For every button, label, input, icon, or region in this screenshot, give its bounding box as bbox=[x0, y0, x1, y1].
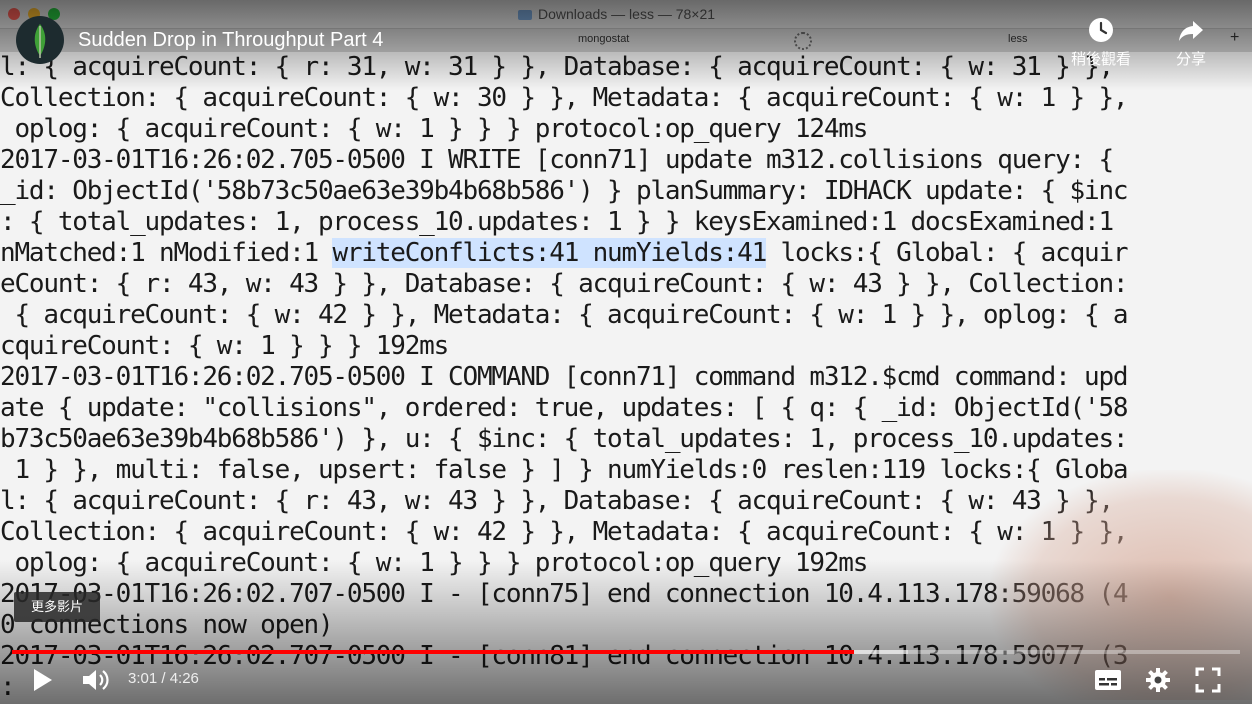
window-title: Downloads — less — 78×21 bbox=[518, 6, 715, 22]
clock-icon bbox=[1089, 18, 1113, 42]
mongodb-leaf-icon bbox=[34, 24, 46, 58]
terminal-line: 1 } }, multi: false, upsert: false } ] }… bbox=[0, 455, 1128, 485]
fullscreen-button[interactable] bbox=[1192, 664, 1224, 696]
play-button[interactable] bbox=[26, 664, 58, 696]
terminal-line: 2017-03-01T16:26:02.707-0500 I - [conn81… bbox=[0, 641, 1129, 671]
progress-played bbox=[12, 650, 855, 654]
tab-mongostat[interactable]: mongostat bbox=[578, 33, 629, 45]
fullscreen-icon bbox=[1195, 667, 1221, 693]
settings-button[interactable] bbox=[1142, 664, 1174, 696]
terminal-output: l: { acquireCount: { r: 31, w: 31 } }, D… bbox=[0, 52, 1252, 704]
terminal-line: { acquireCount: { w: 42 } }, Metadata: {… bbox=[0, 300, 1128, 330]
terminal-line: cquireCount: { w: 1 } } } 192ms bbox=[0, 331, 449, 361]
play-icon bbox=[34, 669, 52, 691]
subtitles-button[interactable] bbox=[1092, 664, 1124, 696]
terminal-line: 2017-03-01T16:26:02.705-0500 I WRITE [co… bbox=[0, 145, 1114, 175]
window-title-text: Downloads — less — 78×21 bbox=[538, 6, 716, 22]
terminal-line: oplog: { acquireCount: { w: 1 } } } prot… bbox=[0, 548, 868, 578]
terminal-line: Collection: { acquireCount: { w: 30 } },… bbox=[0, 83, 1129, 113]
terminal-line: ate { update: "collisions", ordered: tru… bbox=[0, 393, 1129, 423]
share-label: 分享 bbox=[1175, 51, 1206, 68]
terminal-line: : bbox=[0, 672, 16, 702]
terminal-line: 2017-03-01T16:26:02.707-0500 I - [conn75… bbox=[0, 579, 1129, 609]
terminal-line: Collection: { acquireCount: { w: 42 } },… bbox=[0, 517, 1129, 547]
terminal-line: eCount: { r: 43, w: 43 } }, Database: { … bbox=[0, 269, 1129, 299]
watch-later-label: 稍後觀看 bbox=[1070, 51, 1131, 68]
spinner-icon bbox=[794, 32, 812, 50]
channel-logo[interactable] bbox=[16, 16, 64, 64]
terminal-line: 2017-03-01T16:26:02.705-0500 I COMMAND [… bbox=[0, 362, 1129, 392]
new-tab-button[interactable]: + bbox=[1230, 29, 1239, 47]
subtitles-icon bbox=[1095, 670, 1121, 690]
more-videos-button[interactable]: 更多影片 bbox=[14, 592, 100, 622]
terminal-line: : { total_updates: 1, process_10.updates… bbox=[0, 207, 1114, 237]
watch-later-button[interactable]: 稍後觀看 bbox=[1066, 16, 1136, 69]
line-text: locks:{ Global: { acquir bbox=[766, 238, 1129, 268]
folder-icon bbox=[518, 10, 532, 20]
terminal-line: l: { acquireCount: { r: 31, w: 31 } }, D… bbox=[0, 52, 1114, 82]
share-arrow-icon bbox=[1179, 21, 1203, 41]
terminal-line: b73c50ae63e39b4b68b586') }, u: { $inc: {… bbox=[0, 424, 1129, 454]
progress-bar[interactable] bbox=[12, 650, 1240, 654]
video-title[interactable]: Sudden Drop in Throughput Part 4 bbox=[78, 29, 383, 52]
terminal-line: l: { acquireCount: { r: 43, w: 43 } }, D… bbox=[0, 486, 1114, 516]
terminal-line: oplog: { acquireCount: { w: 1 } } } prot… bbox=[0, 114, 868, 144]
share-button[interactable]: 分享 bbox=[1156, 16, 1226, 69]
terminal-line-highlighted: nMatched:1 nModified:1 writeConflicts:41… bbox=[0, 238, 1129, 269]
volume-icon bbox=[83, 670, 109, 690]
time-display: 3:01 / 4:26 bbox=[128, 670, 199, 687]
volume-button[interactable] bbox=[80, 664, 112, 696]
line-text: nMatched:1 nModified:1 bbox=[0, 238, 333, 268]
terminal-line: _id: ObjectId('58b73c50ae63e39b4b68b586'… bbox=[0, 176, 1129, 206]
selected-text: writeConflicts:41 numYields:41 bbox=[332, 238, 767, 268]
tab-less[interactable]: less bbox=[1008, 33, 1028, 45]
gear-icon bbox=[1146, 668, 1170, 692]
